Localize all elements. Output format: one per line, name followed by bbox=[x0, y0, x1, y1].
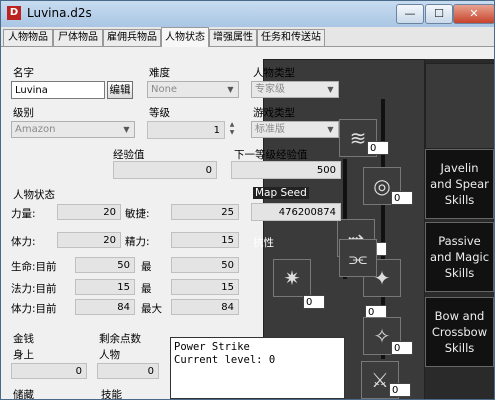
tooltip-skill-name: Power Strike bbox=[174, 341, 250, 353]
mana-max-field[interactable]: 15 bbox=[171, 279, 239, 295]
chevron-down-icon: ▼ bbox=[327, 85, 334, 94]
level-spinner[interactable]: ▲ ▼ bbox=[227, 121, 237, 139]
difficulty-value: None bbox=[151, 84, 178, 95]
skill-level: 0 bbox=[367, 141, 389, 155]
skill-level: 0 bbox=[303, 295, 325, 309]
maximize-button[interactable]: ☐ bbox=[425, 4, 453, 24]
title-bar[interactable]: D Luvina.d2s — ☐ ✕ bbox=[1, 1, 494, 27]
vitality-field[interactable]: 20 bbox=[57, 232, 121, 248]
stamina-max-field[interactable]: 84 bbox=[171, 299, 239, 315]
gold-label: 金钱 bbox=[13, 333, 34, 345]
level-label: 等级 bbox=[149, 107, 170, 119]
tree-tab-javelin[interactable]: Javelin and Spear Skills bbox=[425, 149, 494, 219]
dexterity-field[interactable]: 25 bbox=[171, 204, 239, 220]
experience-field[interactable]: 0 bbox=[113, 161, 217, 179]
tab-bar: 人物物品 尸体物品 雇佣兵物品 人物状态 增强属性 任务和传送站 bbox=[1, 27, 494, 47]
points-char-field[interactable]: 0 bbox=[97, 363, 159, 379]
points-skill-label: 技能 bbox=[101, 389, 122, 400]
char-type-label: 人物类型 bbox=[253, 67, 295, 79]
energy-field[interactable]: 15 bbox=[171, 232, 239, 248]
points-char-label: 人物 bbox=[99, 349, 120, 361]
chevron-down-icon: ▼ bbox=[327, 125, 334, 134]
minimize-button[interactable]: — bbox=[396, 4, 424, 24]
experience-label: 经验值 bbox=[113, 149, 145, 161]
strength-label: 力量: bbox=[11, 208, 36, 220]
difficulty-select[interactable]: None ▼ bbox=[147, 81, 239, 98]
skill-level: 0 bbox=[389, 383, 411, 397]
gold-body-label: 身上 bbox=[13, 349, 34, 361]
mana-max-label: 最 bbox=[141, 283, 152, 295]
skill-level: 0 bbox=[391, 341, 413, 355]
map-seed-label: Map Seed bbox=[253, 187, 309, 199]
app-window: D Luvina.d2s — ☐ ✕ 人物物品 尸体物品 雇佣兵物品 人物状态 … bbox=[0, 0, 495, 400]
tree-tab-bow[interactable]: Bow and Crossbow Skills bbox=[425, 297, 494, 367]
dexterity-label: 敏捷: bbox=[125, 208, 150, 220]
realm-value: Amazon bbox=[15, 124, 56, 135]
level-field[interactable]: 1 bbox=[147, 121, 225, 139]
chevron-down-icon: ▼ bbox=[123, 125, 130, 134]
map-seed-field[interactable]: 476200874 bbox=[251, 203, 341, 221]
life-max-field[interactable]: 50 bbox=[171, 257, 239, 273]
skill-icon[interactable]: ✷ bbox=[273, 259, 311, 297]
energy-label: 精力: bbox=[125, 236, 150, 248]
skill-icon[interactable]: ⫘ bbox=[339, 239, 377, 277]
next-exp-label: 下一等级经验值 bbox=[234, 149, 308, 161]
skill-level: 0 bbox=[391, 191, 413, 205]
chevron-down-icon: ▼ bbox=[227, 85, 234, 94]
window-title: Luvina.d2s bbox=[27, 6, 92, 20]
life-label: 生命:目前 bbox=[11, 261, 57, 273]
char-type-select[interactable]: 专家级 ▼ bbox=[251, 81, 339, 98]
char-type-value: 专家级 bbox=[255, 84, 285, 95]
mana-label: 法力:目前 bbox=[11, 283, 57, 295]
stamina-field[interactable]: 84 bbox=[75, 299, 135, 315]
mana-field[interactable]: 15 bbox=[75, 279, 135, 295]
edit-name-button[interactable]: 编辑 bbox=[107, 81, 133, 99]
tab-corpse-items[interactable]: 尸体物品 bbox=[53, 29, 103, 46]
game-type-label: 游戏类型 bbox=[253, 107, 295, 119]
char-status-header: 人物状态 bbox=[13, 189, 55, 201]
tree-tab-passive[interactable]: Passive and Magic Skills bbox=[425, 222, 494, 292]
gold-stash-label: 储藏 bbox=[13, 389, 34, 400]
life-field[interactable]: 50 bbox=[75, 257, 135, 273]
app-icon: D bbox=[7, 6, 21, 20]
tooltip-skill-level: Current level: 0 bbox=[174, 354, 276, 366]
life-max-label: 最 bbox=[141, 261, 152, 273]
vitality-label: 体力: bbox=[11, 236, 36, 248]
tab-char-items[interactable]: 人物物品 bbox=[3, 29, 53, 46]
realm-select[interactable]: Amazon ▼ bbox=[11, 121, 135, 138]
points-label: 剩余点数 bbox=[99, 333, 141, 345]
tab-merc-items[interactable]: 雇佣兵物品 bbox=[103, 29, 161, 46]
close-button[interactable]: ✕ bbox=[453, 4, 494, 24]
tab-enhanced-attrs[interactable]: 增强属性 bbox=[209, 29, 257, 46]
skill-tooltip: Power Strike Current level: 0 bbox=[170, 337, 345, 399]
stamina-label: 体力:目前 bbox=[11, 303, 57, 315]
next-exp-field: 500 bbox=[231, 161, 341, 179]
resist-label: 抗性 bbox=[253, 237, 274, 249]
tab-char-status[interactable]: 人物状态 bbox=[161, 27, 209, 47]
realm-label: 级别 bbox=[13, 107, 34, 119]
name-label: 名字 bbox=[13, 67, 34, 79]
tree-tab-header bbox=[425, 63, 494, 149]
difficulty-label: 难度 bbox=[149, 67, 170, 79]
game-type-select[interactable]: 标准版 ▼ bbox=[251, 121, 339, 138]
tab-quests-waypoints[interactable]: 任务和传送站 bbox=[257, 29, 325, 46]
name-field[interactable]: Luvina bbox=[11, 81, 105, 99]
strength-field[interactable]: 20 bbox=[57, 204, 121, 220]
game-type-value: 标准版 bbox=[255, 124, 285, 135]
stamina-max-label: 最大 bbox=[141, 303, 162, 315]
gold-body-field[interactable]: 0 bbox=[11, 363, 87, 379]
